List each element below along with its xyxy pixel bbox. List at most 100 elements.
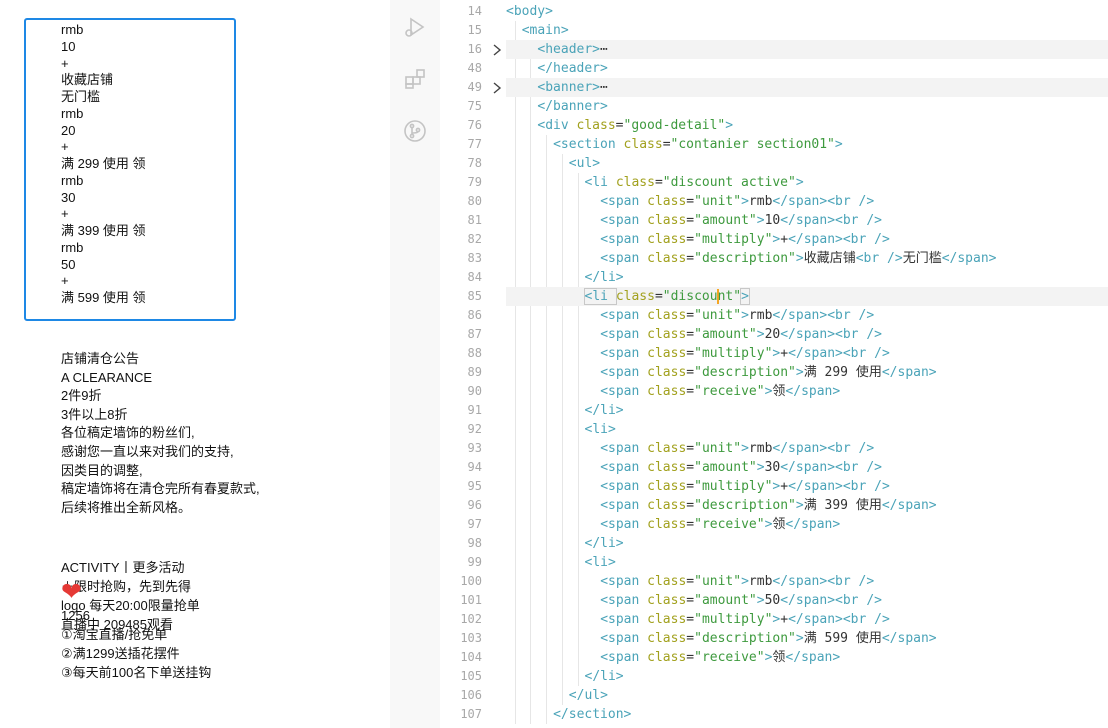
code-tag-token: <span [600, 213, 648, 228]
code-tag-token: </ul> [568, 688, 608, 703]
code-tag-token: > [756, 593, 765, 608]
code-tag-token: </span><br /> [788, 232, 890, 247]
code-line[interactable]: <span class="amount">20</span><br /> [506, 325, 1108, 344]
code-tag-token: > [795, 498, 804, 513]
code-tag-token: > [795, 365, 804, 380]
code-line[interactable]: <li class="discount active"> [506, 173, 1108, 192]
code-line[interactable]: <span class="receive">领</span> [506, 382, 1108, 401]
code-tag-token: </span> [941, 251, 997, 266]
code-line[interactable]: </li> [506, 401, 1108, 420]
notice-line: 稿定墙饰将在清仓完所有春夏款式, [61, 481, 260, 497]
code-line[interactable]: <span class="multiply">+</span><br /> [506, 344, 1108, 363]
code-line[interactable]: <span class="description">满 299 使用</span… [506, 363, 1108, 382]
code-attr-token: class [647, 593, 687, 608]
code-attr-token: class [647, 327, 687, 342]
code-tag-token: <main> [521, 23, 569, 38]
line-number: 102 [460, 612, 482, 626]
code-line[interactable]: <span class="amount">50</span><br /> [506, 591, 1108, 610]
code-line[interactable]: <span class="unit">rmb</span><br /> [506, 439, 1108, 458]
coupon-line: + [61, 273, 69, 289]
coupon-line: 收藏店铺 [61, 72, 114, 88]
code-attr-token: class [647, 232, 687, 247]
code-tag-token: <span [600, 460, 648, 475]
code-tag-token: > [795, 175, 804, 190]
line-number: 14 [467, 4, 482, 18]
code-line[interactable]: </li> [506, 534, 1108, 553]
page-preview: rmb 10 + 收藏店铺 无门槛 rmb 20 + 满 299 使用 领 rmb 30 + 满 399… [0, 0, 390, 728]
code-line[interactable]: <main> [506, 21, 1108, 40]
code-line[interactable]: </ul> [506, 686, 1108, 705]
coupon-line: + [61, 139, 69, 155]
code-line[interactable]: <body> [506, 2, 1108, 21]
code-line[interactable]: <span class="description">收藏店铺<br />无门槛<… [506, 249, 1108, 268]
line-number: 80 [467, 194, 482, 208]
fold-chevron-right-icon[interactable] [490, 40, 504, 59]
line-number: 15 [467, 23, 482, 37]
code-tag-token: </span><br /> [788, 479, 890, 494]
code-line[interactable]: <span class="description">满 599 使用</span… [506, 629, 1108, 648]
line-number: 90 [467, 384, 482, 398]
code-text-token: = [654, 289, 663, 304]
code-text-token: = [686, 517, 695, 532]
code-attr-token: class [623, 137, 663, 152]
code-line[interactable]: <span class="unit">rmb</span><br /> [506, 572, 1108, 591]
code-line[interactable]: <span class="amount">30</span><br /> [506, 458, 1108, 477]
code-line[interactable]: <section class="contanier section01"> [506, 135, 1108, 154]
run-debug-icon[interactable] [402, 14, 428, 40]
code-tag-token: <span [600, 593, 648, 608]
fold-chevron-right-icon[interactable] [490, 78, 504, 97]
code-line[interactable]: <span class="receive">领</span> [506, 515, 1108, 534]
code-line[interactable]: <ul> [506, 154, 1108, 173]
code-line[interactable]: <li> [506, 553, 1108, 572]
code-tag-token: <span [600, 517, 648, 532]
code-line[interactable]: </header> [506, 59, 1108, 78]
code-line[interactable]: <span class="multiply">+</span><br /> [506, 230, 1108, 249]
line-number: 94 [467, 460, 482, 474]
code-tag-token: <span [600, 251, 648, 266]
code-line[interactable]: <span class="unit">rmb</span><br /> [506, 192, 1108, 211]
code-tag-token: > [741, 194, 749, 209]
code-text-token: ⋯ [600, 80, 608, 95]
code-area[interactable]: <body> <main> <header>⋯ </header> <banner>⋯ <… [506, 0, 1108, 728]
code-tag-token: > [756, 460, 765, 475]
code-tag-token: > [740, 288, 750, 305]
code-attr-token: class [647, 479, 687, 494]
code-tag-token: <span [600, 384, 648, 399]
code-line[interactable]: <span class="multiply">+</span><br /> [506, 477, 1108, 496]
notice-line: 因类目的调整, [61, 462, 143, 478]
code-tag-token: </header> [537, 61, 608, 76]
code-line[interactable]: <span class="receive">领</span> [506, 648, 1108, 667]
code-line[interactable]: </li> [506, 268, 1108, 287]
activity-line: ACTIVITY丨更多活动 [61, 560, 185, 575]
code-tag-token: <span [600, 498, 648, 513]
source-control-icon[interactable] [402, 118, 428, 144]
code-string-token: "discou [662, 289, 718, 304]
code-line[interactable]: </banner> [506, 97, 1108, 116]
extensions-icon[interactable] [402, 66, 428, 92]
notice-line: 店铺清仓公告 [61, 351, 140, 366]
code-tag-token: <li> [584, 555, 616, 570]
line-number: 107 [460, 707, 482, 721]
line-number: 49 [467, 80, 482, 94]
code-tag-token: </li> [584, 536, 624, 551]
code-line[interactable]: <div class="good-detail"> [506, 116, 1108, 135]
code-tag-token: > [795, 631, 804, 646]
code-line[interactable]: <span class="unit">rmb</span><br /> [506, 306, 1108, 325]
notice-line: 感谢您一直以来对我们的支持, [61, 443, 234, 459]
code-text-token: 10 [764, 213, 781, 228]
code-line[interactable]: <banner>⋯ [506, 78, 1108, 97]
code-line[interactable]: <header>⋯ [506, 40, 1108, 59]
code-line[interactable]: </li> [506, 667, 1108, 686]
code-line[interactable]: <li> [506, 420, 1108, 439]
line-number-gutter: 14 15 16 48 49 75 76 77 78 79 80 81 82 83 84 85 86 87 88 89… [440, 0, 488, 728]
coupon-line: 无门槛 [61, 89, 101, 104]
code-line[interactable]: </section> [506, 705, 1108, 724]
code-tag-token: </span><br /> [780, 213, 882, 228]
code-tag-token: </span><br /> [772, 194, 875, 209]
code-line[interactable]: <span class="multiply">+</span><br /> [506, 610, 1108, 629]
coupon-line: rmb [61, 239, 84, 255]
code-line[interactable]: <span class="amount">10</span><br /> [506, 211, 1108, 230]
code-line[interactable]: <span class="description">满 399 使用</span… [506, 496, 1108, 515]
code-attr-token: class [647, 574, 687, 589]
code-line[interactable]: <li class="discount"> [506, 287, 1108, 306]
